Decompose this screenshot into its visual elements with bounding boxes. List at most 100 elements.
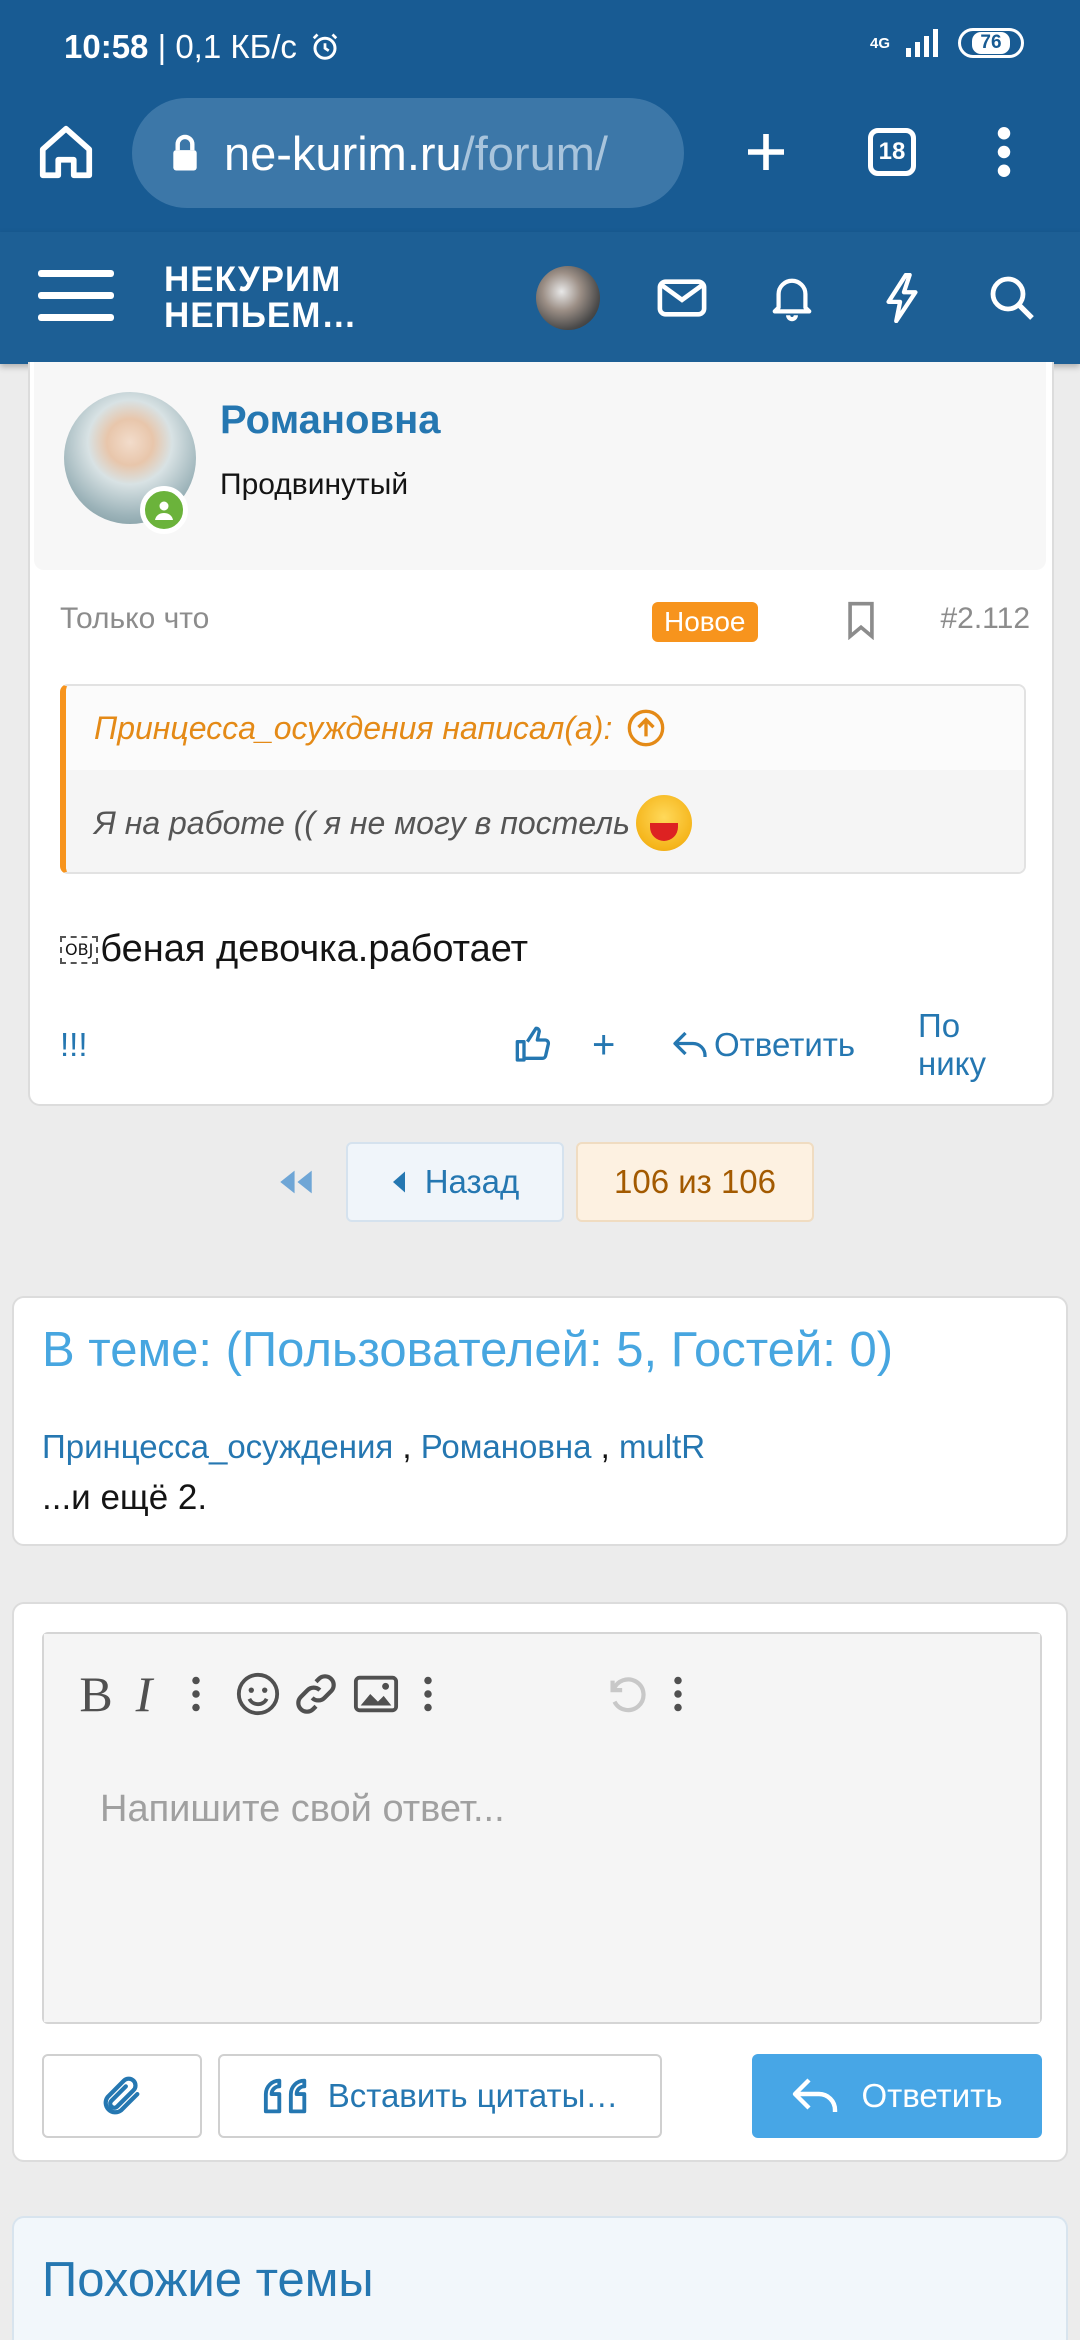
new-badge: Новое xyxy=(652,602,758,642)
double-chevron-left-icon xyxy=(280,1170,312,1194)
thumbs-up-icon xyxy=(515,1026,551,1062)
logo-line-1: НЕКУРИМ xyxy=(164,260,342,299)
menu-icon[interactable] xyxy=(38,270,114,326)
user-link[interactable]: Принцесса_осуждения xyxy=(42,1428,393,1465)
link-icon[interactable] xyxy=(286,1664,346,1724)
by-nick-button[interactable]: По нику xyxy=(918,1007,1026,1082)
battery-indicator: 76 xyxy=(958,28,1024,58)
reply-icon xyxy=(793,2078,838,2113)
browser-menu-button[interactable] xyxy=(962,110,1046,194)
status-bar: 10:58 | 0,1 КБ/с 4G 76 xyxy=(0,0,1080,96)
post-time[interactable]: Только что xyxy=(60,602,209,636)
quote-block: Принцесса_осуждения написал(а): Я на раб… xyxy=(60,684,1026,874)
insert-quotes-label: Вставить цитаты… xyxy=(327,2077,619,2114)
paperclip-icon xyxy=(103,2076,140,2115)
status-time: 10:58 | 0,1 КБ/с xyxy=(64,28,340,66)
logo-line-2: НЕПЬЕМ… xyxy=(164,296,358,335)
author-name[interactable]: Романовна xyxy=(220,398,441,443)
new-tab-button[interactable] xyxy=(724,110,808,194)
italic-icon[interactable]: I xyxy=(114,1664,174,1724)
url-domain: ne-kurim.ru xyxy=(224,126,462,180)
user-avatar[interactable] xyxy=(536,266,600,330)
more-users: ...и ещё 2. xyxy=(42,1478,208,1517)
lock-icon xyxy=(173,134,197,171)
post-actions: !!! + Ответить По нику xyxy=(60,1007,1026,1082)
quote-header[interactable]: Принцесса_осуждения написал(а): xyxy=(66,686,1024,770)
quote-icon xyxy=(263,2078,306,2114)
home-button[interactable] xyxy=(30,116,102,188)
caret-left-icon xyxy=(392,1171,405,1193)
browser-chrome: 10:58 | 0,1 КБ/с 4G 76 ne-kurim.ru/forum… xyxy=(0,0,1080,232)
reply-button[interactable]: Ответить xyxy=(672,1020,855,1070)
in-topic-title: В теме: (Пользователей: 5, Гостей: 0) xyxy=(42,1323,894,1377)
forum-header: НЕКУРИМ НЕПЬЕМ… xyxy=(0,232,1080,364)
report-button[interactable]: !!! xyxy=(60,1020,88,1070)
more-insert-options-icon[interactable] xyxy=(398,1664,458,1724)
separator: , xyxy=(393,1428,421,1465)
alarm-icon xyxy=(312,33,338,60)
like-button[interactable] xyxy=(514,1020,554,1070)
signal-icon xyxy=(906,29,938,57)
crying-emoji-icon xyxy=(635,795,692,851)
network-type: 4G xyxy=(869,34,890,52)
user-link[interactable]: Романовна xyxy=(421,1428,592,1465)
current-page[interactable]: 106 из 106 xyxy=(576,1142,814,1222)
more-options-icon[interactable] xyxy=(648,1664,708,1724)
inbox-icon[interactable] xyxy=(652,268,712,328)
editor: B I Напишите свой ответ... xyxy=(42,1632,1042,2024)
user-link[interactable]: multR xyxy=(619,1428,705,1465)
quote-body: Я на работе (( я не могу в постель xyxy=(66,770,1024,872)
more-text-options-icon[interactable] xyxy=(166,1664,226,1724)
reply-label: Ответить xyxy=(714,1026,856,1063)
network-speed: | 0,1 КБ/с xyxy=(157,28,297,65)
tabs-button[interactable]: 18 xyxy=(850,110,934,194)
online-status-icon xyxy=(140,486,188,534)
bolt-icon[interactable] xyxy=(872,268,932,328)
arrow-up-circle-icon xyxy=(628,709,665,747)
post-body: OBJ беная девочка.работает xyxy=(60,928,528,971)
post-text: беная девочка.работает xyxy=(100,928,529,970)
similar-topics-block: Похожие темы xyxy=(12,2216,1068,2340)
clock-text: 10:58 xyxy=(64,28,149,65)
quote-text: Я на работе (( я не могу в постель xyxy=(94,804,630,841)
insert-quotes-button[interactable]: Вставить цитаты… xyxy=(218,2054,662,2138)
home-icon xyxy=(39,125,93,179)
url-path: /forum/ xyxy=(461,126,608,180)
search-icon[interactable] xyxy=(982,268,1042,328)
quote-author: Принцесса_осуждения написал(а): xyxy=(94,709,613,746)
author-rank: Продвинутый xyxy=(220,468,409,501)
more-vertical-icon xyxy=(997,127,1011,177)
undo-icon[interactable] xyxy=(596,1664,656,1724)
submit-reply-button[interactable]: Ответить xyxy=(752,2054,1042,2138)
in-topic-block: В теме: (Пользователей: 5, Гостей: 0) Пр… xyxy=(12,1296,1068,1546)
address-bar[interactable]: ne-kurim.ru/forum/ xyxy=(132,98,684,208)
image-icon[interactable] xyxy=(346,1664,406,1724)
forum-logo[interactable]: НЕКУРИМ НЕПЬЕМ… xyxy=(164,262,357,334)
tabs-count: 18 xyxy=(868,128,916,176)
post-card: Романовна Продвинутый Только что Новое #… xyxy=(28,362,1054,1106)
plus-label: + xyxy=(592,1022,616,1067)
post-header: Романовна Продвинутый xyxy=(34,362,1046,570)
bookmark-icon[interactable] xyxy=(846,600,876,641)
report-label: !!! xyxy=(60,1026,88,1063)
status-indicators: 4G 76 xyxy=(870,28,1024,58)
post-number[interactable]: #2.112 xyxy=(940,602,1030,636)
prev-label: Назад xyxy=(424,1163,520,1200)
reply-textarea[interactable]: Напишите свой ответ... xyxy=(44,1752,1040,2022)
bell-icon[interactable] xyxy=(762,268,822,328)
attach-button[interactable] xyxy=(42,2054,202,2138)
reply-icon xyxy=(673,1031,707,1058)
by-nick-label: По нику xyxy=(918,1007,986,1082)
prev-page-button[interactable]: Назад xyxy=(346,1142,564,1222)
reply-form: B I Напишите свой ответ... Вставить цита… xyxy=(12,1602,1068,2162)
in-topic-users: Принцесса_осуждения , Романовна , multR xyxy=(42,1428,705,1466)
separator: , xyxy=(591,1428,619,1465)
first-page-button[interactable] xyxy=(268,1142,324,1222)
similar-topics-title: Похожие темы xyxy=(42,2253,374,2307)
plus-icon xyxy=(748,134,784,170)
page-indicator: 106 из 106 xyxy=(613,1163,777,1200)
smiley-icon[interactable] xyxy=(228,1664,288,1724)
browser-toolbar: ne-kurim.ru/forum/ 18 xyxy=(0,96,1080,232)
multiquote-button[interactable]: + xyxy=(592,1020,615,1070)
object-placeholder: OBJ xyxy=(60,935,99,964)
